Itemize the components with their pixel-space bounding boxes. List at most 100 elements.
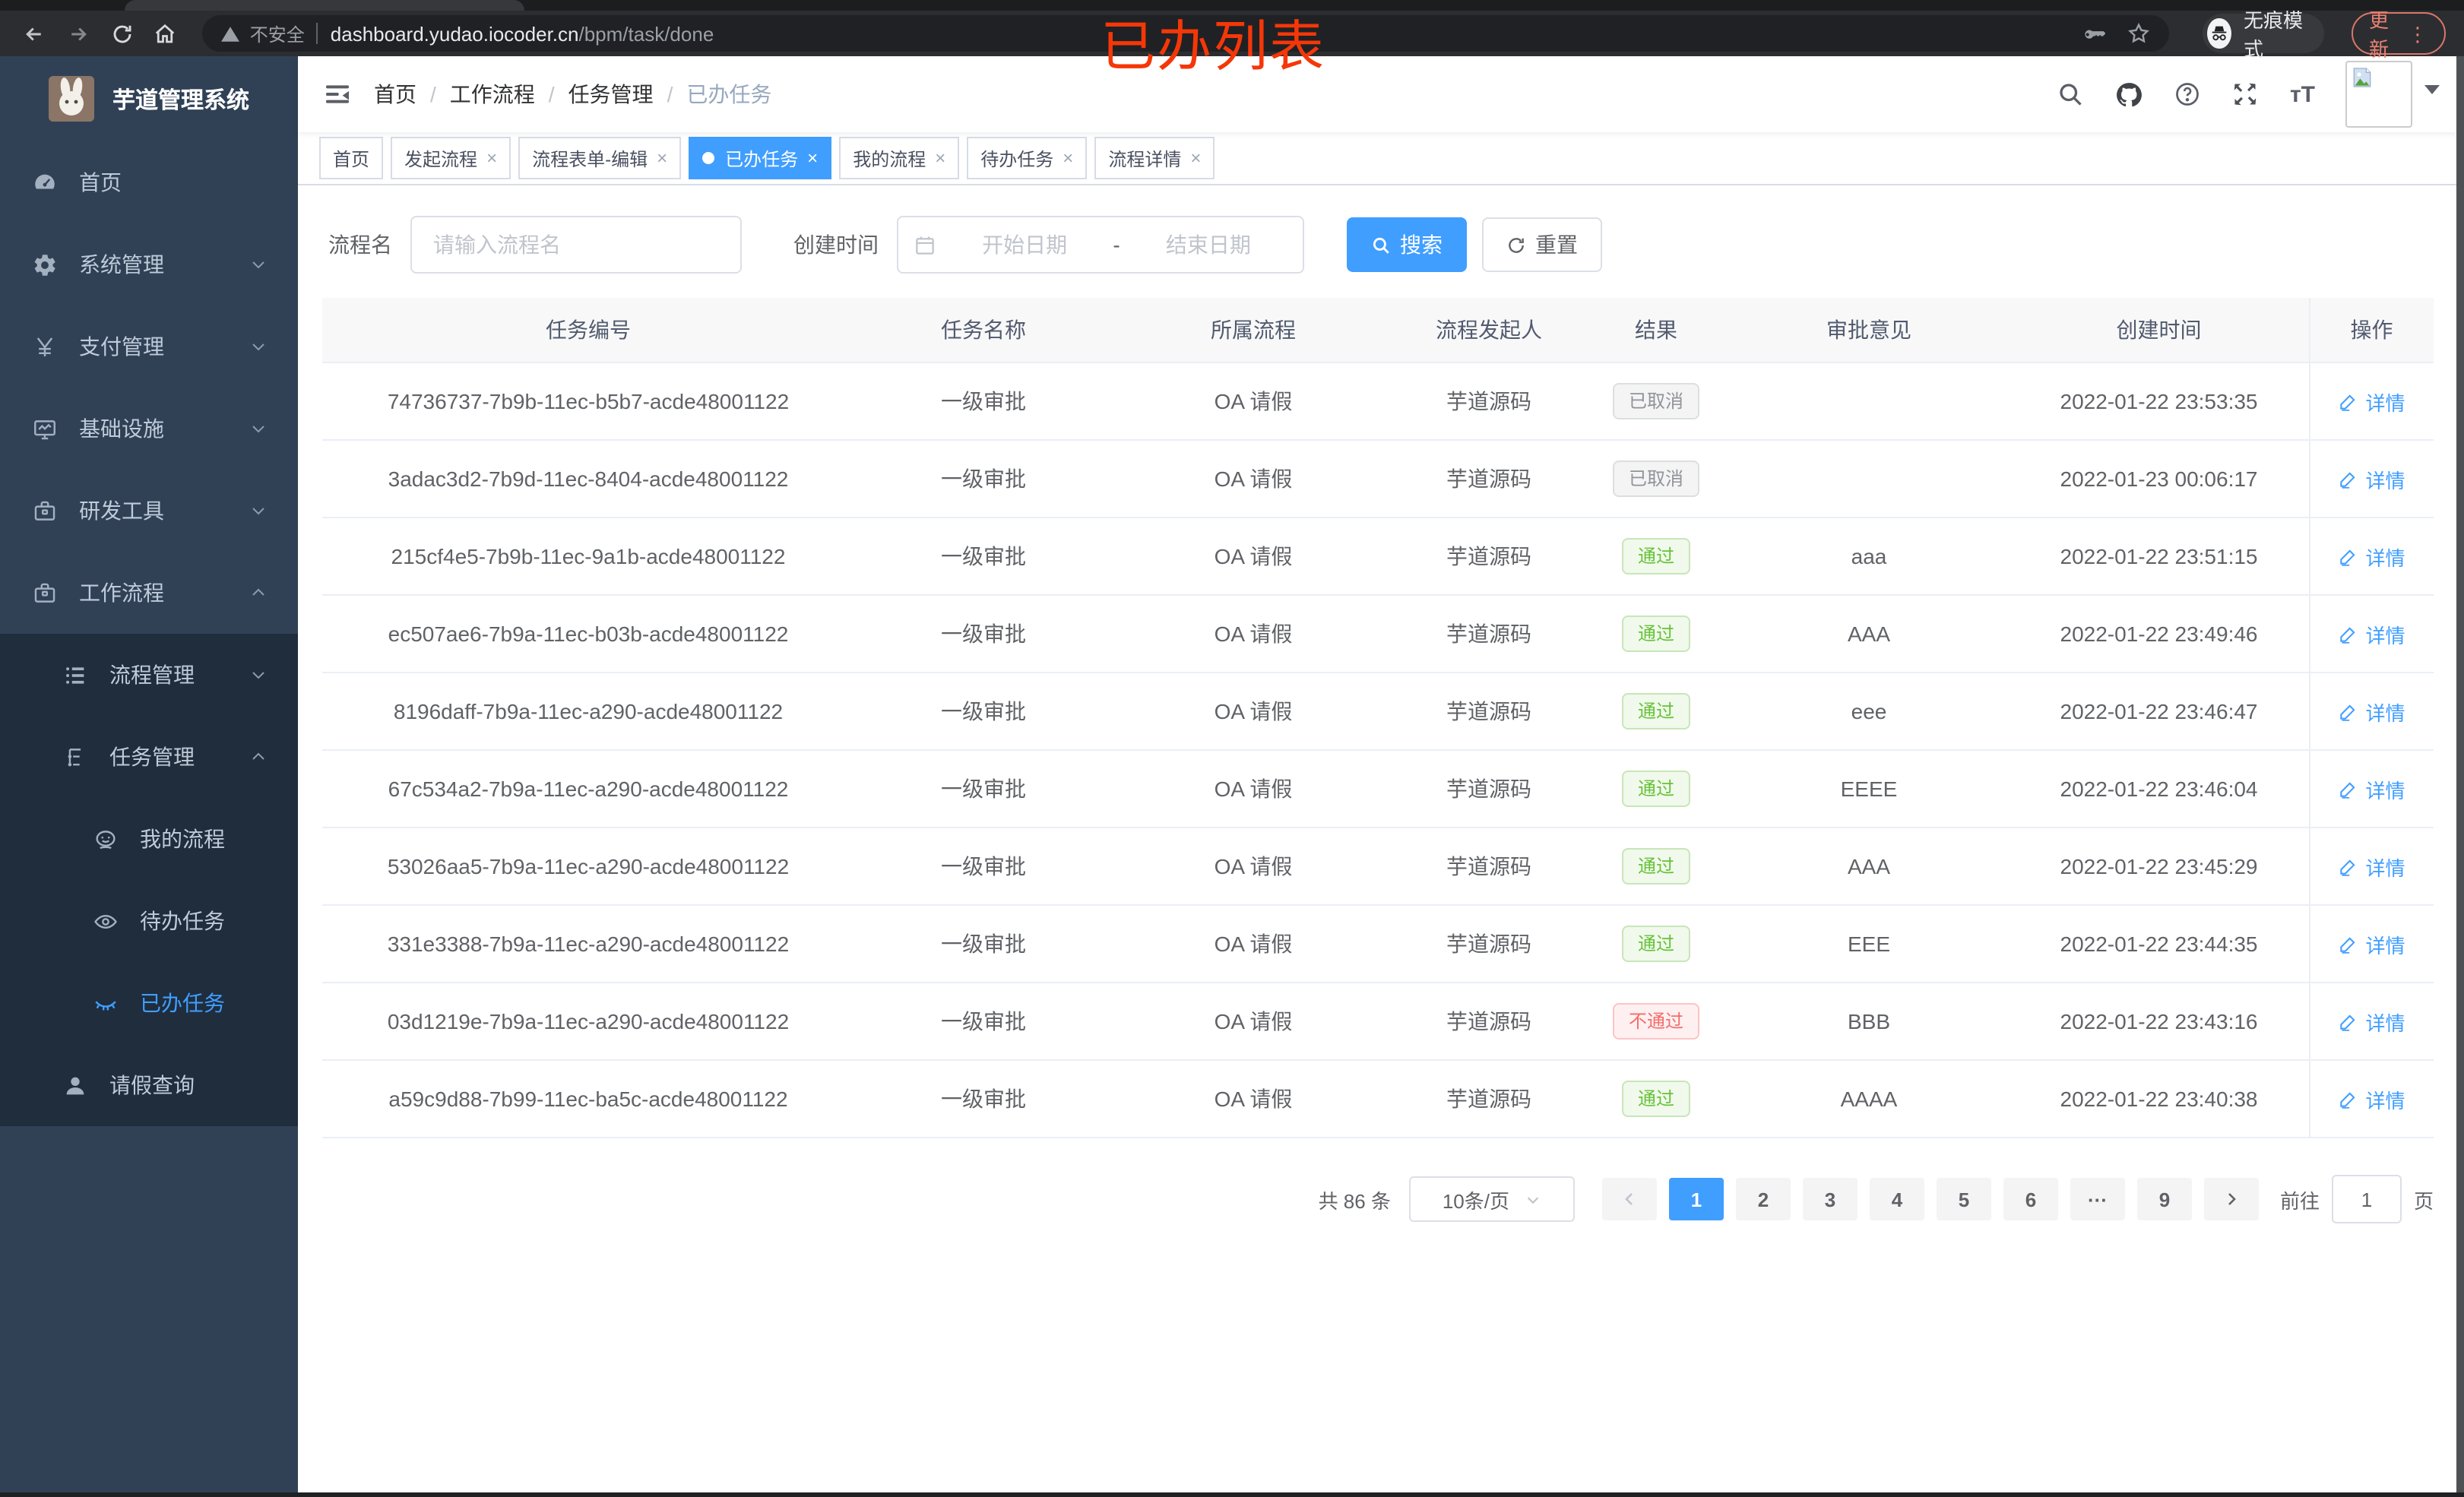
- sidebar-item-label: 待办任务: [140, 909, 225, 933]
- url-text[interactable]: dashboard.yudao.iocoder.cn/bpm/task/done: [331, 22, 714, 45]
- reset-button[interactable]: 重置: [1482, 217, 1602, 272]
- tab-item-4[interactable]: 我的流程 ×: [839, 137, 960, 179]
- page-button-4[interactable]: 4: [1869, 1178, 1924, 1220]
- close-icon[interactable]: ×: [486, 147, 497, 169]
- sidebar-item-1[interactable]: 系统管理: [0, 223, 298, 305]
- sidebar-item-6[interactable]: 流程管理: [0, 634, 298, 716]
- detail-link[interactable]: 详情: [2338, 464, 2405, 493]
- page-button-1[interactable]: 1: [1668, 1178, 1724, 1220]
- cell-task-id: 03d1219e-7b9a-11ec-a290-acde48001122: [322, 983, 854, 1061]
- page-ellipsis[interactable]: ···: [2070, 1178, 2125, 1220]
- sidebar-item-3[interactable]: 基础设施: [0, 388, 298, 470]
- page-button-3[interactable]: 3: [1802, 1178, 1858, 1220]
- page-size-select[interactable]: 10条/页: [1408, 1176, 1575, 1222]
- close-icon[interactable]: ×: [657, 147, 667, 169]
- help-icon[interactable]: [2174, 81, 2202, 108]
- cell-task-name: 一级审批: [854, 983, 1113, 1061]
- update-button[interactable]: 更新 ⋮: [2351, 9, 2446, 61]
- detail-link[interactable]: 详情: [2338, 542, 2405, 571]
- sidebar-item-7[interactable]: 任务管理: [0, 716, 298, 798]
- browser-menu-icon[interactable]: ⋮: [2408, 24, 2428, 43]
- page-button-5[interactable]: 5: [1936, 1178, 1991, 1220]
- cell-actions: 详情: [2308, 1060, 2434, 1138]
- process-name-label: 流程名: [328, 233, 392, 257]
- sidebar-item-4[interactable]: 研发工具: [0, 470, 298, 552]
- bookmark-star-icon[interactable]: [2127, 21, 2152, 46]
- fullscreen-icon[interactable]: [2232, 81, 2260, 108]
- back-icon[interactable]: [18, 15, 50, 52]
- sidebar-item-10[interactable]: 已办任务: [0, 962, 298, 1044]
- tab-item-3[interactable]: 已办任务 ×: [689, 137, 832, 179]
- cell-result: 通过: [1584, 828, 1728, 906]
- process-name-input[interactable]: [430, 231, 722, 258]
- sidebar-item-11[interactable]: 请假查询: [0, 1044, 298, 1126]
- date-start-placeholder[interactable]: 开始日期: [945, 229, 1104, 260]
- sidebar-item-9[interactable]: 待办任务: [0, 880, 298, 962]
- user-icon: [61, 1071, 88, 1099]
- sidebar-item-8[interactable]: 我的流程: [0, 798, 298, 880]
- reload-icon[interactable]: [106, 15, 138, 52]
- key-icon[interactable]: [2083, 22, 2106, 45]
- cell-result: 通过: [1584, 750, 1728, 828]
- security-status[interactable]: 不安全: [221, 21, 305, 46]
- sidebar-item-5[interactable]: 工作流程: [0, 552, 298, 634]
- tab-item-1[interactable]: 发起流程 ×: [391, 137, 511, 179]
- breadcrumb-workflow[interactable]: 工作流程: [450, 79, 535, 109]
- browser-active-tab[interactable]: [125, 0, 524, 11]
- chevron-down-icon: [1525, 1191, 1541, 1207]
- cell-comment: [1728, 440, 2010, 518]
- table-row: 53026aa5-7b9a-11ec-a290-acde48001122 一级审批…: [322, 828, 2434, 906]
- avatar[interactable]: [2345, 61, 2412, 128]
- detail-link[interactable]: 详情: [2338, 1007, 2405, 1036]
- breadcrumb-current: 已办任务: [686, 82, 772, 106]
- search-button[interactable]: 搜索: [1347, 217, 1467, 272]
- tab-item-2[interactable]: 流程表单-编辑 ×: [518, 137, 682, 179]
- page-prev-button[interactable]: [1601, 1178, 1657, 1220]
- close-icon[interactable]: ×: [807, 147, 818, 169]
- status-badge: 不通过: [1613, 1003, 1699, 1040]
- page-next-button[interactable]: [2203, 1178, 2259, 1220]
- tab-item-5[interactable]: 待办任务 ×: [967, 137, 1088, 179]
- tab-item-6[interactable]: 流程详情 ×: [1094, 137, 1215, 179]
- cell-process: OA 请假: [1113, 595, 1394, 673]
- home-icon[interactable]: [150, 15, 182, 52]
- detail-link[interactable]: 详情: [2338, 852, 2405, 881]
- detail-link[interactable]: 详情: [2338, 774, 2405, 803]
- sidebar-item-2[interactable]: 支付管理: [0, 305, 298, 388]
- page-button-9[interactable]: 9: [2136, 1178, 2192, 1220]
- date-end-placeholder[interactable]: 结束日期: [1129, 229, 1287, 260]
- font-size-icon[interactable]: ᴛT: [2290, 81, 2315, 107]
- detail-link[interactable]: 详情: [2338, 619, 2405, 648]
- cell-actions: 详情: [2308, 828, 2434, 906]
- goto-page-input[interactable]: [2331, 1175, 2402, 1223]
- forward-icon[interactable]: [62, 15, 94, 52]
- detail-link[interactable]: 详情: [2338, 929, 2405, 958]
- sidebar-item-0[interactable]: 首页: [0, 141, 298, 223]
- detail-link[interactable]: 详情: [2338, 387, 2405, 416]
- cell-task-id: a59c9d88-7b99-11ec-ba5c-acde48001122: [322, 1060, 854, 1138]
- date-range-picker[interactable]: 开始日期 - 结束日期: [897, 216, 1304, 274]
- sidebar-logo[interactable]: 芋道管理系统: [0, 56, 298, 141]
- eye-closed-icon: [91, 989, 119, 1017]
- cell-actions: 详情: [2308, 440, 2434, 518]
- cell-task-name: 一级审批: [854, 595, 1113, 673]
- tab-label: 流程详情: [1108, 148, 1182, 169]
- hamburger-icon[interactable]: [322, 79, 353, 109]
- cell-task-name: 一级审批: [854, 905, 1113, 983]
- github-icon[interactable]: [2115, 80, 2144, 109]
- detail-link[interactable]: 详情: [2338, 1084, 2405, 1113]
- breadcrumb-task-mgmt[interactable]: 任务管理: [568, 79, 654, 109]
- cell-created: 2022-01-22 23:46:47: [2010, 673, 2309, 751]
- close-icon[interactable]: ×: [935, 147, 945, 169]
- close-icon[interactable]: ×: [1190, 147, 1201, 169]
- detail-link[interactable]: 详情: [2338, 697, 2405, 726]
- search-icon[interactable]: [2057, 81, 2085, 108]
- tab-item-0[interactable]: 首页: [319, 137, 384, 179]
- table-row: 67c534a2-7b9a-11ec-a290-acde48001122 一级审批…: [322, 750, 2434, 828]
- page-button-6[interactable]: 6: [2003, 1178, 2058, 1220]
- user-menu[interactable]: [2345, 61, 2440, 128]
- yen-icon: [30, 333, 58, 360]
- breadcrumb-home[interactable]: 首页: [374, 79, 416, 109]
- close-icon[interactable]: ×: [1063, 147, 1073, 169]
- page-button-2[interactable]: 2: [1735, 1178, 1791, 1220]
